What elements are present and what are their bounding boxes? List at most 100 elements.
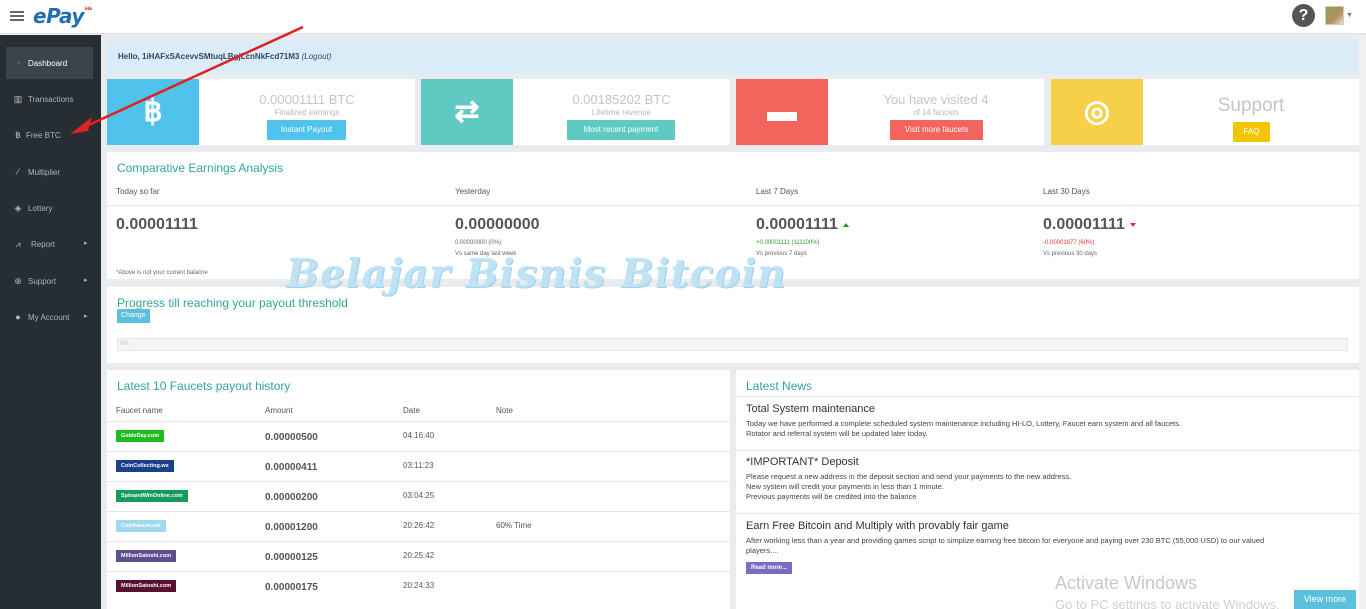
greeting-text: Hello, 1iHAFxSAcevvSMtuqLBgjLcnNkFcd71M3 [118, 52, 300, 61]
dashboard-icon: ◔ [15, 58, 21, 68]
faucet-link[interactable]: SpinandWinOnline.com [116, 490, 188, 502]
app-logo[interactable]: ePay info [33, 4, 92, 28]
read-more-button[interactable]: Read more... [746, 562, 793, 574]
earnings-analysis-title: Comparative Earnings Analysis [117, 161, 284, 175]
faq-button[interactable]: FAQ [1233, 122, 1270, 142]
btc-balance-card: ฿ 0.00001111 BTC Finalized earnings Inst… [107, 79, 415, 145]
news-title[interactable]: Total System maintenance [746, 403, 875, 415]
divider [107, 205, 1359, 206]
help-icon[interactable]: ? [1292, 4, 1315, 27]
change-threshold-button[interactable]: Change [117, 309, 150, 323]
amount-cell: 0.00000411 [265, 462, 318, 473]
last-30-days-value: 0.00001111 [1043, 216, 1125, 233]
news-line: Please request a new address in the depo… [746, 472, 1072, 481]
instant-payout-button[interactable]: Instant Payout [267, 120, 346, 140]
last-30-days-value-row: 0.00001111 [1043, 216, 1136, 234]
sidebar-item-label: Dashboard [28, 59, 68, 68]
yesterday-value: 0.00000000 [455, 216, 540, 233]
sidebar-item-report[interactable]: ⩘ Report ▸ [6, 228, 93, 260]
progress-percent: 0% [120, 341, 129, 347]
folder-icon: ▬ [767, 95, 797, 128]
btc-balance-caption: Finalized earnings [274, 108, 340, 117]
trend-up-icon [842, 222, 849, 227]
latest-news-title: Latest News [746, 379, 813, 393]
news-item: *IMPORTANT* Deposit Please request a new… [736, 450, 1359, 512]
news-title[interactable]: *IMPORTANT* Deposit [746, 456, 859, 468]
sidebar-item-multiplier[interactable]: ⁄ Multiplier [6, 156, 93, 188]
faucet-link[interactable]: CoinCollecting.ws [116, 460, 174, 472]
chevron-right-icon: ▸ [84, 277, 88, 284]
note-cell: 60% Time [496, 521, 532, 530]
news-line: Rotator and referral system will be upda… [746, 429, 928, 438]
bar-chart-icon: ▥ [13, 94, 23, 104]
table-row: CoinFaucet.net 0.00001200 20:26:42 60% T… [107, 511, 730, 541]
faucet-history-panel: Latest 10 Faucets payout history Faucet … [107, 370, 730, 609]
sidebar-item-my-account[interactable]: ● My Account ▸ [6, 301, 93, 333]
lifebuoy-icon: ⊕ [14, 276, 22, 286]
table-row: CoinCollecting.ws 0.00000411 03:11:23 [107, 451, 730, 481]
top-bar: ePay info ? ▼ [0, 0, 1366, 34]
column-header-date: Date [403, 406, 420, 415]
line-chart-icon: ⩘ [15, 239, 21, 249]
avatar[interactable] [1325, 6, 1344, 25]
date-cell: 20:26:42 [403, 521, 435, 530]
btc-balance-value: 0.00001111 BTC [259, 92, 355, 107]
table-row: SpinandWinOnline.com 0.00000200 03:04:25 [107, 481, 730, 511]
latest-news-panel: Latest News Total System maintenance Tod… [736, 370, 1359, 609]
lifetime-revenue-value: 0.00185202 BTC [572, 92, 671, 107]
amount-cell: 0.00000125 [265, 552, 318, 563]
date-cell: 03:04:25 [403, 491, 435, 500]
faucets-visited-value: You have visited 4 [883, 92, 989, 107]
table-row: GoldsDay.com 0.00000500 04:16:40 [107, 421, 730, 451]
scrollbar[interactable] [1359, 35, 1366, 609]
news-line: Today we have performed a complete sched… [746, 419, 1182, 428]
date-cell: 20:24:33 [403, 581, 435, 590]
amount-cell: 0.00000500 [265, 432, 318, 443]
last-30-days-change: -0.00001677 (60%) [1043, 240, 1095, 246]
today-note: *Above is not your current balacne [116, 270, 208, 276]
logout-link[interactable]: (Logout) [302, 52, 332, 61]
faucet-link[interactable]: MillionSatoshi.com [116, 550, 177, 562]
view-more-button[interactable]: View more [1294, 590, 1356, 609]
chevron-down-icon[interactable]: ▼ [1346, 12, 1353, 19]
sidebar-item-label: My Account [28, 313, 70, 322]
most-recent-payment-button[interactable]: Most recent payment [567, 120, 675, 140]
support-title: Support [1217, 95, 1285, 116]
sidebar-item-free-btc[interactable]: ฿ Free BTC [6, 119, 93, 151]
payout-progress-title: Progress till reaching your payout thres… [117, 296, 348, 310]
date-cell: 03:11:23 [403, 461, 434, 470]
faucet-link[interactable]: CoinFaucet.net [116, 520, 166, 532]
sidebar-item-label: Support [28, 277, 57, 286]
news-line: Previous payments will be credited into … [746, 492, 917, 501]
sidebar-item-lottery[interactable]: ◈ Lottery [6, 192, 93, 224]
payout-progress-bar: 0% [117, 338, 1348, 351]
amount-cell: 0.00000175 [265, 582, 318, 593]
faucets-visited-card: ▬ You have visited 4 of 14 faucets Visit… [736, 79, 1044, 145]
bitcoin-icon: ฿ [143, 95, 163, 128]
visit-more-faucets-button[interactable]: Visit more faucets [890, 120, 983, 140]
sidebar-item-dashboard[interactable]: ◔ Dashboard [6, 47, 93, 79]
news-body: After working less than a year and provi… [746, 536, 1346, 556]
last-30-days-comparison: Vs previous 30 days [1043, 251, 1098, 257]
date-cell: 04:16:40 [403, 431, 435, 440]
chevron-right-icon: ▸ [84, 313, 88, 320]
sidebar-item-transactions[interactable]: ▥ Transactions [6, 83, 93, 115]
yesterday-change: 0.00000000 (0%) [455, 240, 502, 246]
faucet-link[interactable]: MillionSatoshi.com [116, 580, 177, 592]
news-line: After working less than a year and provi… [746, 536, 1265, 545]
faucets-visited-caption: of 14 faucets [913, 108, 959, 117]
amount-cell: 0.00000200 [265, 492, 318, 503]
hamburger-menu-icon[interactable] [10, 11, 24, 22]
payout-progress-panel: Progress till reaching your payout thres… [107, 287, 1359, 363]
faucet-link[interactable]: GoldsDay.com [116, 430, 165, 442]
ticket-icon: ◈ [14, 203, 22, 213]
last-30-days-header: Last 30 Days [1043, 187, 1090, 196]
news-title[interactable]: Earn Free Bitcoin and Multiply with prov… [746, 520, 1009, 532]
support-card: ◎ Support FAQ [1051, 79, 1359, 145]
sidebar-item-support[interactable]: ⊕ Support ▸ [6, 265, 93, 297]
chevron-right-icon: ▸ [84, 240, 88, 247]
last-7-days-value-row: 0.00001111 [756, 216, 849, 234]
activate-windows-subtitle: Go to PC settings to activate Windows. [1055, 597, 1280, 609]
column-header-amount: Amount [265, 406, 293, 415]
news-body: Today we have performed a complete sched… [746, 419, 1346, 439]
